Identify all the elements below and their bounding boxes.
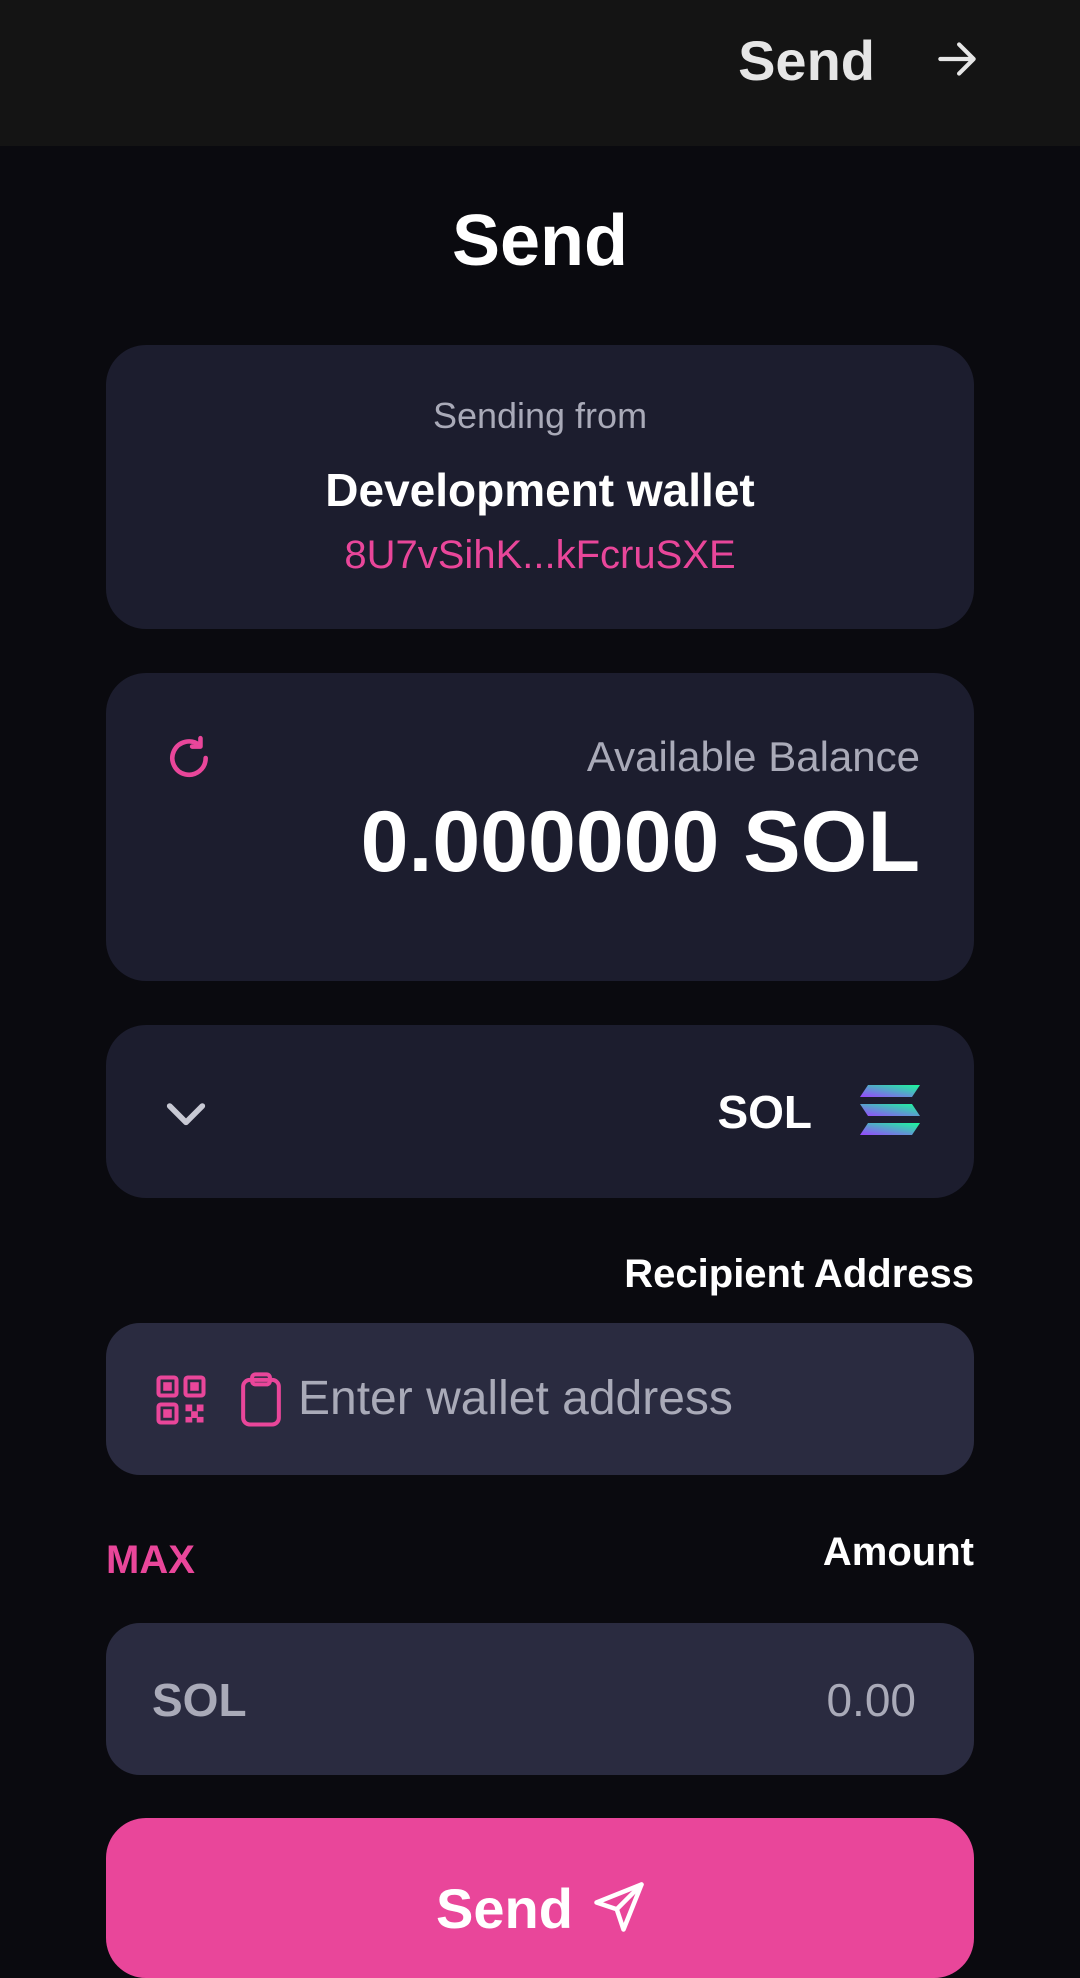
max-button[interactable]: MAX <box>106 1538 195 1583</box>
clipboard-icon[interactable] <box>238 1371 284 1429</box>
send-plane-icon <box>594 1882 644 1932</box>
app-bar-title: Send <box>738 29 875 92</box>
arrow-right-icon[interactable] <box>932 34 982 84</box>
chevron-down-icon <box>166 1103 206 1126</box>
qr-code-icon[interactable] <box>154 1373 208 1427</box>
refresh-icon[interactable] <box>164 733 214 783</box>
app-bar: Send <box>0 0 1080 146</box>
recipient-address-input[interactable]: Enter wallet address <box>106 1323 974 1475</box>
token-selector[interactable]: SOL <box>106 1025 974 1198</box>
solana-logo-icon <box>860 1085 920 1135</box>
balance-card: Available Balance 0.000000 SOL <box>106 673 974 981</box>
token-symbol: SOL <box>717 1086 812 1138</box>
balance-label: Available Balance <box>586 733 920 780</box>
recipient-placeholder: Enter wallet address <box>298 1372 733 1425</box>
amount-unit: SOL <box>152 1674 247 1726</box>
wallet-address[interactable]: 8U7vSihK...kFcruSXE <box>106 533 974 578</box>
send-button[interactable]: Send <box>106 1818 974 1978</box>
amount-input[interactable]: SOL 0.00 <box>106 1623 974 1775</box>
balance-value: 0.000000 SOL <box>360 794 920 890</box>
amount-label: Amount <box>822 1530 974 1574</box>
wallet-name: Development wallet <box>325 464 755 516</box>
amount-placeholder: 0.00 <box>826 1674 916 1726</box>
sending-from-label: Sending from <box>432 395 648 436</box>
recipient-address-label: Recipient Address <box>624 1252 974 1296</box>
page-title: Send <box>451 201 629 281</box>
sending-from-card: Sending from Development wallet 8U7vSihK… <box>106 345 974 629</box>
send-button-label: Send <box>436 1877 573 1940</box>
